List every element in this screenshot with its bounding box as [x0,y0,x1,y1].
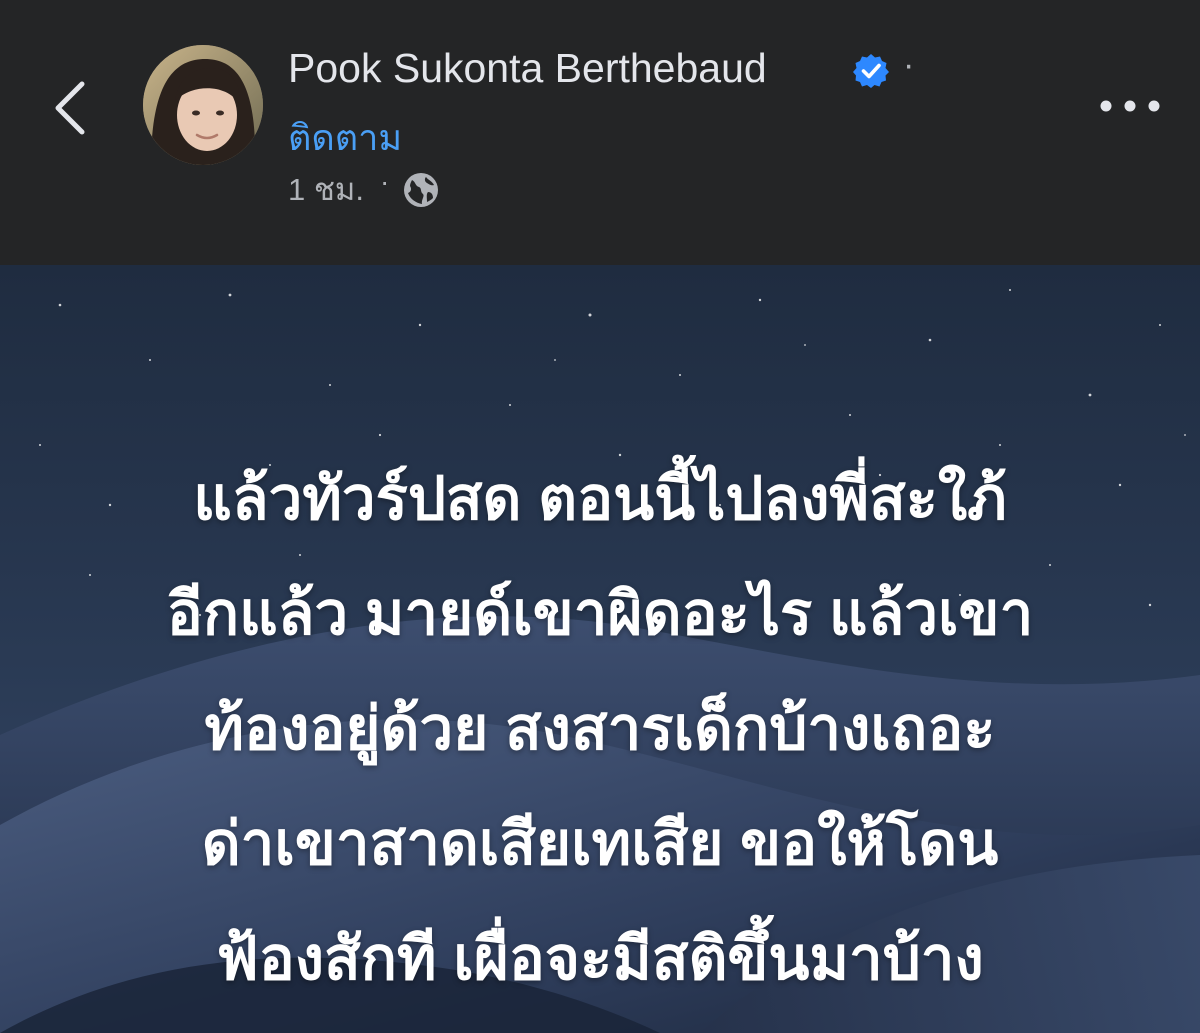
follow-button[interactable]: ติดตาม [288,112,402,164]
name-separator: · [903,46,915,84]
more-horizontal-icon [1100,100,1160,112]
post-text-line: แล้วทัวร์ปสด ตอนนี้ไปลงพี่สะใภ้ [193,465,1007,532]
author-name[interactable]: Pook Sukonta Berthebaud [288,42,767,94]
avatar-photo [143,45,263,165]
verified-badge-icon [853,54,889,88]
more-options-button[interactable] [1090,78,1170,134]
chevron-left-icon [55,81,85,135]
author-avatar[interactable] [143,45,263,165]
back-button[interactable] [40,68,110,148]
globe-icon[interactable] [402,171,440,209]
post-text-line: อีกแล้ว มายด์เขาผิดอะไร แล้วเขา [166,580,1034,647]
post-timestamp[interactable]: 1 ชม. [288,168,364,212]
post-text: แล้วทัวร์ปสด ตอนนี้ไปลงพี่สะใภ้ อีกแล้ว … [40,441,1160,1016]
post-header: Pook Sukonta Berthebaud · ติดตาม 1 ชม. · [0,0,1200,265]
post-text-line: ด่าเขาสาดเสียเทเสีย ขอให้โดน [201,810,999,877]
post-text-line: ฟ้องสักที เผื่อจะมีสติขึ้นมาบ้าง [216,925,984,992]
meta-separator: · [380,166,390,197]
post-text-line: ท้องอยู่ด้วย สงสารเด็กบ้างเถอะ [204,695,996,762]
post-image[interactable]: แล้วทัวร์ปสด ตอนนี้ไปลงพี่สะใภ้ อีกแล้ว … [0,265,1200,1033]
